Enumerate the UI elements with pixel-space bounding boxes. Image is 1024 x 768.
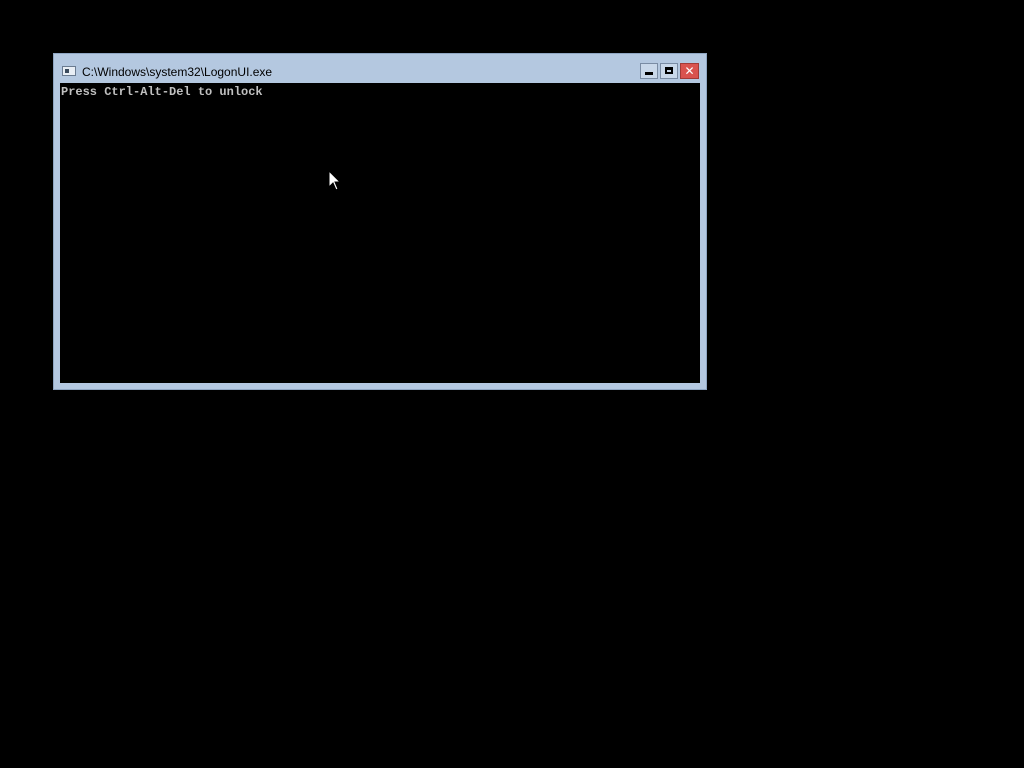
minimize-icon xyxy=(645,72,653,75)
maximize-icon xyxy=(665,67,673,74)
close-icon: ✕ xyxy=(684,64,695,78)
console-window[interactable]: C:\Windows\system32\LogonUI.exe ✕ Press … xyxy=(53,53,707,390)
minimize-button[interactable] xyxy=(640,63,658,79)
console-message: Press Ctrl-Alt-Del to unlock xyxy=(61,85,263,99)
console-output-area[interactable]: Press Ctrl-Alt-Del to unlock xyxy=(60,83,700,383)
close-button[interactable]: ✕ xyxy=(680,63,699,79)
title-bar[interactable]: C:\Windows\system32\LogonUI.exe ✕ xyxy=(54,54,706,83)
maximize-button[interactable] xyxy=(660,63,678,79)
window-title: C:\Windows\system32\LogonUI.exe xyxy=(82,65,273,79)
console-app-icon[interactable] xyxy=(62,66,76,76)
arrow-pointer-icon xyxy=(328,170,342,191)
